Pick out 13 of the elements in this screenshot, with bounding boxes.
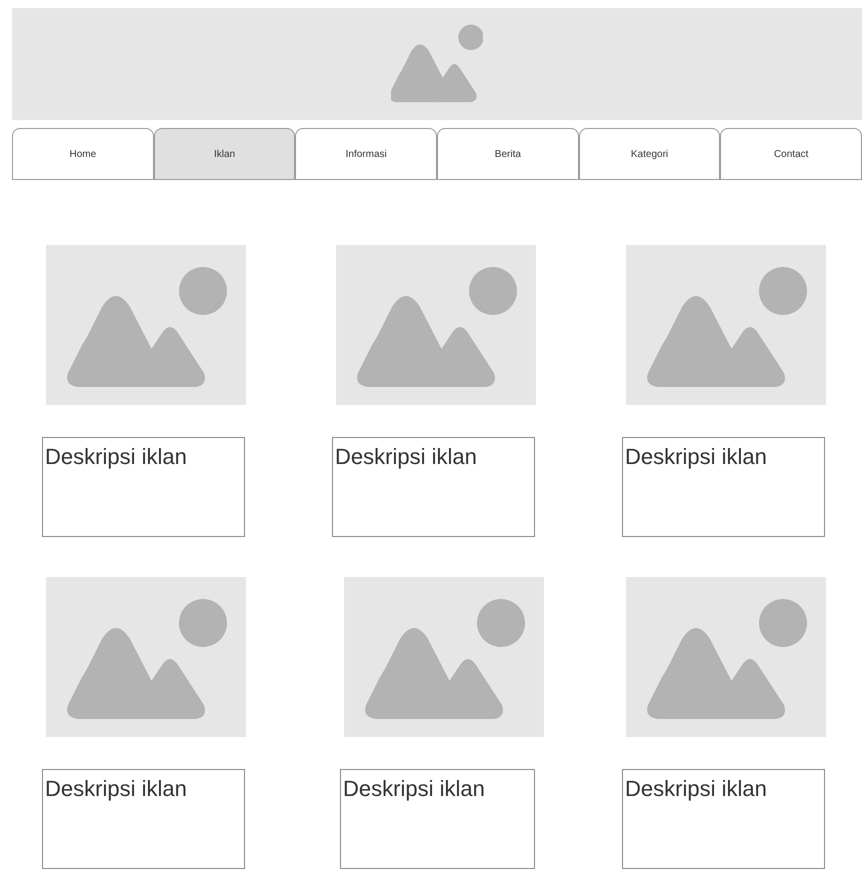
nav-tab[interactable]: Kategori [578,128,720,180]
nav-tab[interactable]: Contact [720,128,862,180]
ad-description: Deskripsi iklan [622,437,825,537]
ad-description: Deskripsi iklan [332,437,535,537]
nav-tab[interactable]: Home [12,128,154,180]
nav-tab[interactable]: Informasi [295,128,438,180]
ad-description: Deskripsi iklan [340,769,535,869]
image-placeholder-icon [391,24,483,104]
ad-description: Deskripsi iklan [622,769,825,869]
ad-description: Deskripsi iklan [42,769,245,869]
nav-tab[interactable]: Iklan [154,128,296,180]
ad-description: Deskripsi iklan [42,437,245,537]
nav-tab[interactable]: Berita [437,128,579,180]
